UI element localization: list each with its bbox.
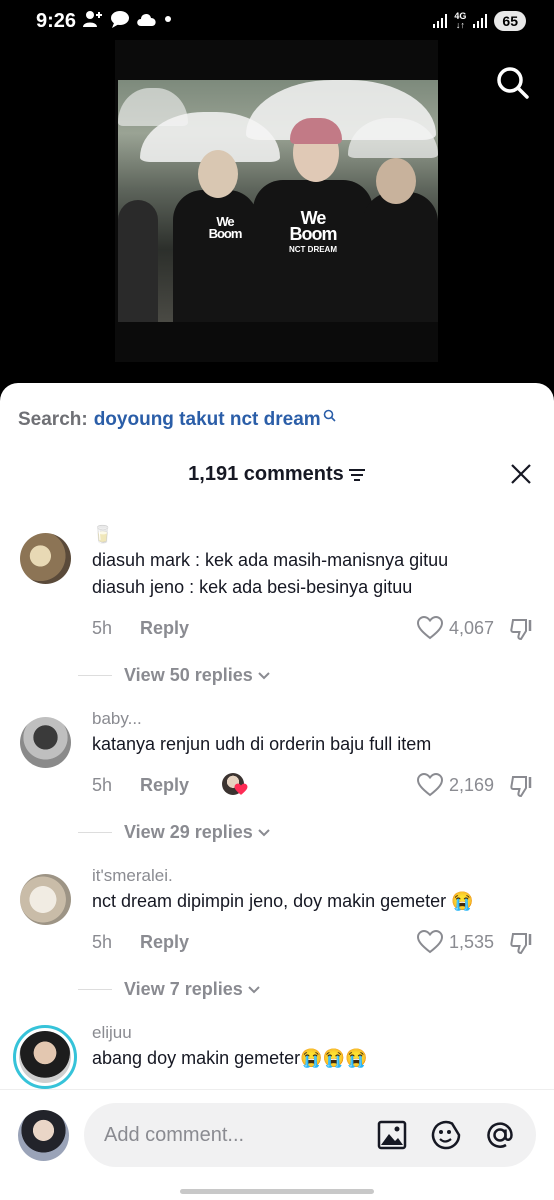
comment-username[interactable]: elijuu [92,1023,534,1045]
view-replies-button[interactable]: View 29 replies [78,822,271,843]
view-replies-label: View 7 replies [124,979,243,999]
chevron-down-icon [258,671,270,679]
signal-icon [433,14,448,28]
add-user-icon [83,11,102,27]
status-time: 9:26 [36,10,77,32]
search-small-icon [323,409,336,422]
like-count: 2,169 [448,774,494,795]
like-count: 1,535 [448,931,494,952]
like-count: 4,067 [448,617,494,638]
reply-button[interactable]: Reply [140,775,189,796]
shirt-text-nctdream: NCT DREAM [289,245,337,254]
comment-username[interactable]: 🥛 [92,525,534,547]
creator-liked-badge [222,773,248,799]
comment-text-line: diasuh jeno : kek ada besi-besinya gituu [92,577,413,597]
view-replies-label: View 50 replies [124,665,253,685]
search-query[interactable]: doyoung takut nct dream [94,409,321,430]
comment-username[interactable]: baby... [92,709,534,731]
comment-text-line: abang doy makin gemeter😭😭😭 [92,1048,368,1068]
comment-text-line: nct dream dipimpin jeno, doy makin gemet… [92,891,474,911]
heart-badge-icon [234,783,248,795]
avatar[interactable] [20,717,71,768]
comment-time: 5h [92,932,113,952]
chevron-down-icon [258,828,270,836]
comments-header: 1,191 comments [0,463,554,486]
comment-input[interactable] [104,1103,364,1167]
reply-button[interactable]: Reply [140,932,189,953]
heart-icon [416,930,443,954]
signal-icon-2 [473,14,488,28]
dot-icon [165,16,171,22]
reply-button[interactable]: Reply [140,618,189,639]
like-button[interactable]: 4,067 [416,616,494,640]
comment-time: 5h [92,775,113,795]
chevron-down-icon [248,985,260,993]
comments-sheet: Search: doyoung takut nct dream 1,191 com… [0,383,554,1200]
view-replies-label: View 29 replies [124,822,253,842]
like-button[interactable]: 2,169 [416,773,494,797]
shirt-text-boom: Boom [289,224,338,244]
close-icon[interactable] [510,463,532,485]
shirt-text-boom-2: Boom [208,226,243,241]
notification-icons [82,9,172,29]
comment-username[interactable]: it'smeralei. [92,866,534,888]
search-icon[interactable] [496,66,530,100]
battery-indicator: 65 [494,11,526,31]
avatar[interactable] [20,533,71,584]
dislike-icon[interactable] [510,774,534,798]
chat-icon [111,11,129,28]
heart-icon [416,616,443,640]
video-player[interactable]: We Boom NCT DREAM We Boom [115,40,438,362]
avatar[interactable] [20,874,71,925]
dislike-icon[interactable] [510,617,534,641]
view-replies-button[interactable]: View 7 replies [78,979,261,1000]
network-type: 4G ↓↑ [454,11,467,30]
heart-icon [416,773,443,797]
my-avatar[interactable] [18,1110,69,1161]
status-bar: 9:26 4G ↓↑ 65 [0,0,554,44]
comment-text-line: diasuh mark : kek ada masih-manisnya git… [92,550,449,570]
search-label: Search: [18,409,88,430]
avatar[interactable] [13,1025,77,1089]
comment-input-pill[interactable] [84,1103,536,1167]
emoji-icon[interactable] [430,1119,462,1151]
system-icons: 4G ↓↑ 65 [432,11,526,31]
sort-icon[interactable] [348,468,366,482]
view-replies-button[interactable]: View 50 replies [78,665,271,686]
search-suggestion[interactable]: Search: doyoung takut nct dream [18,409,336,431]
home-indicator[interactable] [180,1189,374,1194]
comments-count: 1,191 comments [188,463,344,485]
mention-icon[interactable] [484,1119,516,1151]
video-frame-image: We Boom NCT DREAM We Boom [118,80,438,322]
like-button[interactable]: 1,535 [416,930,494,954]
comment-composer [0,1089,554,1200]
comment-text-line: katanya renjun udh di orderin baju full … [92,734,432,754]
cloud-icon [137,13,156,26]
image-icon[interactable] [376,1119,408,1151]
dislike-icon[interactable] [510,931,534,955]
comment-time: 5h [92,618,113,638]
